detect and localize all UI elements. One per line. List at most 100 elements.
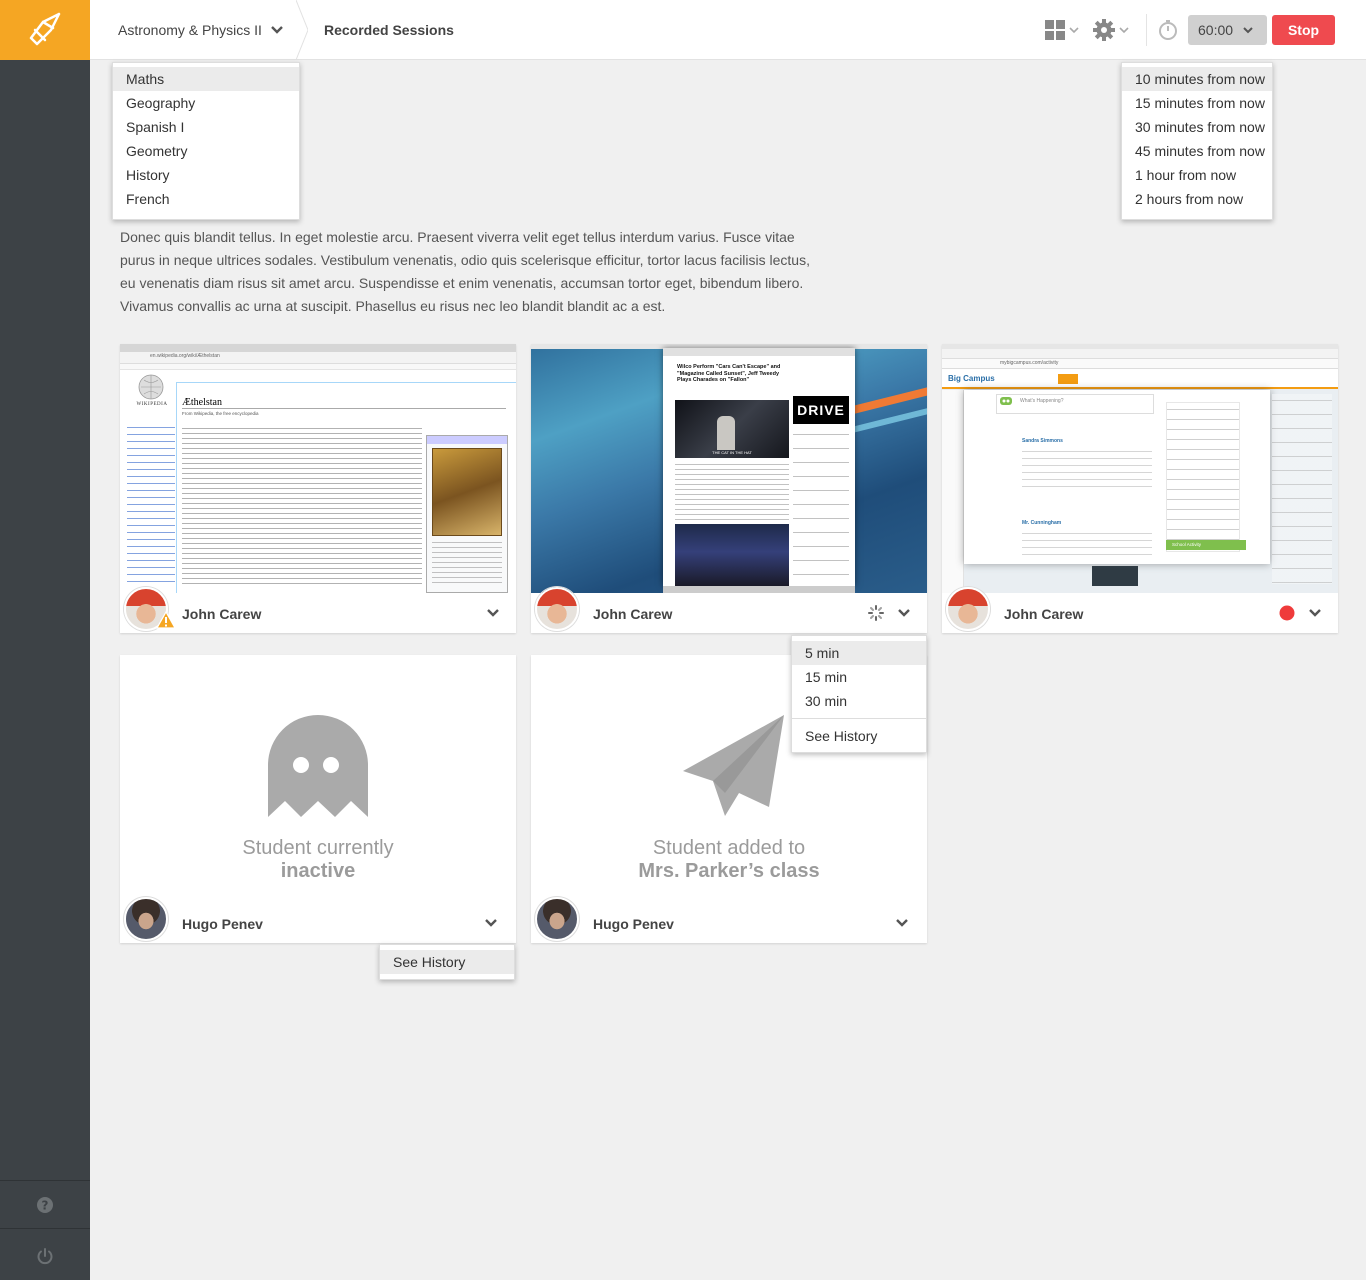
campus-prompt: What's Happening?: [1020, 398, 1064, 404]
recording-icon: [1279, 605, 1295, 621]
robot-avatar-icon: [1000, 397, 1012, 405]
card-footer: Hugo Penev: [120, 897, 516, 943]
status-message: Student currently inactive: [120, 837, 516, 883]
status-line-2: Mrs. Parker’s class: [638, 860, 820, 882]
class-selector[interactable]: Astronomy & Physics II: [118, 0, 284, 60]
status-line-2: inactive: [280, 860, 356, 882]
class-menu-item[interactable]: Maths: [113, 67, 299, 91]
logo-icon: [29, 12, 61, 46]
breadcrumb-separator: [296, 0, 308, 60]
class-menu-item[interactable]: Geometry: [113, 139, 299, 163]
wiki-title: Æthelstan: [182, 397, 222, 408]
student-card[interactable]: en.wikipedia.org/wiki/Æthelstan WIKIPEDI…: [120, 344, 516, 633]
session-menu-item[interactable]: 5 min: [792, 641, 926, 665]
see-history-item[interactable]: See History: [380, 950, 514, 974]
page-title: Recorded Sessions: [324, 22, 454, 38]
card-footer: John Carew: [531, 587, 927, 633]
timer-menu-item[interactable]: 2 hours from now: [1122, 187, 1272, 211]
wikipedia-globe-icon: [138, 374, 164, 400]
timer-menu-item[interactable]: 30 minutes from now: [1122, 115, 1272, 139]
campus-user-1: Sandra Simmons: [1022, 438, 1063, 444]
card-footer: John Carew: [120, 587, 516, 633]
timer-menu-item[interactable]: 45 minutes from now: [1122, 139, 1272, 163]
logout-button[interactable]: [0, 1231, 90, 1280]
campus-logo: Big Campus: [948, 374, 995, 383]
top-bar: Astronomy & Physics II Recorded Sessions: [90, 0, 1366, 60]
svg-text:?: ?: [42, 1199, 49, 1213]
session-menu-item[interactable]: 15 min: [792, 665, 926, 689]
class-menu-item[interactable]: Geography: [113, 91, 299, 115]
news-caption: THE CAT IN THE HAT: [712, 450, 752, 455]
class-menu: Maths Geography Spanish I Geometry Histo…: [112, 62, 300, 220]
chevron-down-icon: [1243, 26, 1253, 33]
settings-menu[interactable]: [1093, 18, 1129, 42]
student-card[interactable]: Student currently inactive Hugo Penev: [120, 655, 516, 943]
student-name: John Carew: [593, 606, 673, 622]
news-banner: DRIVE: [793, 396, 849, 424]
power-icon: [37, 1248, 53, 1265]
toolbar-divider: [1146, 14, 1147, 46]
grid-icon: [1045, 20, 1065, 40]
class-menu-item[interactable]: French: [113, 187, 299, 211]
status-line-1: Student currently: [242, 837, 394, 859]
loading-icon: [868, 605, 884, 621]
timer-selector[interactable]: 60:00: [1188, 15, 1267, 45]
status-message: Student added to Mrs. Parker’s class: [531, 837, 927, 883]
student-name: Hugo Penev: [182, 916, 263, 932]
gear-icon: [1093, 19, 1115, 41]
card-footer: Hugo Penev: [531, 897, 927, 943]
avatar: [535, 897, 579, 941]
wiki-url: en.wikipedia.org/wiki/Æthelstan: [150, 353, 220, 359]
screen-thumbnail[interactable]: mybigcampus.com/activity Big Campus What…: [942, 344, 1338, 593]
rail-divider: [0, 1228, 90, 1229]
chevron-down-icon[interactable]: [895, 918, 909, 928]
left-rail: ?: [0, 0, 90, 1280]
menu-divider: [792, 718, 926, 719]
avatar: [124, 897, 168, 941]
history-menu: See History: [379, 944, 515, 980]
chevron-down-icon[interactable]: [897, 608, 911, 618]
student-name: John Carew: [1004, 606, 1084, 622]
timer-menu-item[interactable]: 1 hour from now: [1122, 163, 1272, 187]
layout-toggle[interactable]: [1045, 18, 1079, 42]
student-card[interactable]: mybigcampus.com/activity Big Campus What…: [942, 344, 1338, 633]
session-menu: 5 min 15 min 30 min See History: [791, 635, 927, 753]
stop-button[interactable]: Stop: [1272, 15, 1335, 45]
app-logo[interactable]: [0, 0, 90, 60]
timer-menu-item[interactable]: 10 minutes from now: [1122, 67, 1272, 91]
timer-menu: 10 minutes from now 15 minutes from now …: [1121, 62, 1273, 220]
help-icon: ?: [37, 1197, 53, 1213]
campus-url: mybigcampus.com/activity: [1000, 360, 1059, 366]
student-card[interactable]: Wilco Perform "Cars Can't Escape" and "M…: [531, 344, 927, 633]
student-name: Hugo Penev: [593, 916, 674, 932]
see-history-item[interactable]: See History: [792, 724, 926, 748]
class-name: Astronomy & Physics II: [118, 22, 262, 38]
chevron-down-icon: [1119, 27, 1129, 34]
chevron-down-icon[interactable]: [1308, 608, 1322, 618]
wiki-subtitle: From Wikipedia, the free encyclopedia: [182, 411, 259, 416]
student-name: John Carew: [182, 606, 262, 622]
chevron-down-icon[interactable]: [484, 918, 498, 928]
chevron-down-icon: [271, 26, 283, 34]
class-menu-item[interactable]: History: [113, 163, 299, 187]
screen-thumbnail[interactable]: Wilco Perform "Cars Can't Escape" and "M…: [531, 344, 927, 593]
screen-thumbnail[interactable]: en.wikipedia.org/wiki/Æthelstan WIKIPEDI…: [120, 344, 516, 593]
chevron-down-icon[interactable]: [486, 608, 500, 618]
paper-plane-icon: [683, 715, 784, 816]
timer-value: 60:00: [1198, 22, 1234, 38]
warning-icon: [156, 611, 176, 629]
wiki-logo: WIKIPEDIA: [136, 402, 168, 407]
avatar: [535, 587, 579, 631]
timer-menu-item[interactable]: 15 minutes from now: [1122, 91, 1272, 115]
ghost-icon: [268, 715, 368, 817]
timer-icon-wrap: [1157, 18, 1179, 42]
help-button[interactable]: ?: [0, 1180, 90, 1230]
card-footer: John Carew: [942, 587, 1338, 633]
chevron-down-icon: [1069, 27, 1079, 34]
news-headline: Wilco Perform "Cars Can't Escape" and "M…: [677, 364, 781, 383]
session-menu-item[interactable]: 30 min: [792, 689, 926, 713]
campus-badge: School Activity: [1166, 540, 1246, 550]
stopwatch-icon: [1159, 20, 1177, 40]
avatar: [946, 587, 990, 631]
class-menu-item[interactable]: Spanish I: [113, 115, 299, 139]
